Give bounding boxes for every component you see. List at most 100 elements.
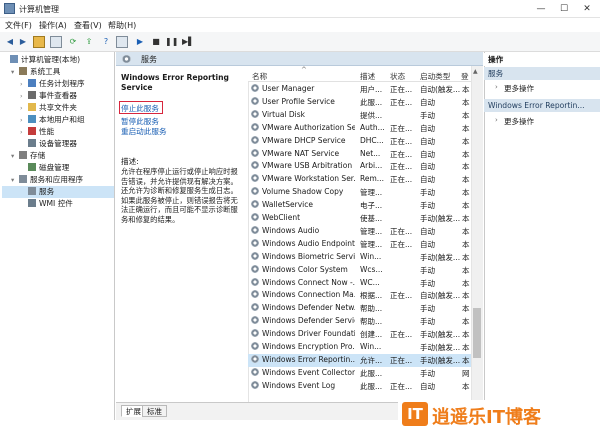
tree-node-icon: [28, 79, 36, 87]
service-row[interactable]: VMware Authorization Se... Auth... 正在... 自动…: [248, 122, 471, 135]
tree-item[interactable]: › 共享文件夹: [2, 102, 114, 114]
expand-arrow-icon[interactable]: ›: [20, 126, 28, 138]
tree-item[interactable]: › 性能: [2, 126, 114, 138]
service-logon: 本: [462, 175, 470, 185]
service-desc: Rem...: [360, 174, 384, 184]
menu-file[interactable]: 文件(F): [5, 20, 32, 31]
expand-arrow-icon[interactable]: ▾: [11, 150, 19, 162]
service-desc: DHC...: [360, 135, 384, 145]
tree-item[interactable]: WMI 控件: [2, 198, 114, 210]
properties-icon[interactable]: [116, 36, 128, 48]
service-gear-icon: [251, 342, 259, 350]
service-desc: 此服...: [360, 381, 383, 391]
expand-arrow-icon[interactable]: ▾: [11, 174, 19, 186]
actions-section-services[interactable]: 服务: [484, 67, 600, 80]
service-row[interactable]: Windows Biometric Servi... Win... 手动(触发...…: [248, 251, 471, 264]
service-row[interactable]: Windows Error Reportin... 允许... 正在... 手动(触发…: [248, 353, 471, 367]
service-row[interactable]: Windows Connection Ma... 根据... 正在... 自动(触发.…: [248, 289, 471, 302]
service-name: WalletService: [251, 200, 355, 209]
console-tree-icon[interactable]: [50, 36, 62, 48]
service-row[interactable]: Windows Driver Foundati... 创建... 正在... 手动(触…: [248, 328, 471, 341]
stop-service-link[interactable]: 停止此服务: [121, 103, 159, 114]
maximize-button[interactable]: ☐: [553, 0, 575, 18]
service-row[interactable]: Windows Defender Netw... 帮助... 手动 本: [248, 302, 471, 315]
column-description[interactable]: 描述: [360, 71, 375, 82]
service-name: VMware Authorization Se...: [251, 122, 355, 132]
service-row[interactable]: Volume Shadow Copy 管理... 手动 本: [248, 186, 471, 199]
close-button[interactable]: ✕: [576, 0, 598, 18]
expand-arrow-icon[interactable]: ›: [20, 102, 28, 114]
tree-item[interactable]: 计算机管理(本地): [2, 54, 114, 66]
service-logon: 本: [462, 136, 470, 146]
service-name-text: Windows Event Collector: [262, 367, 355, 377]
service-row[interactable]: Windows Color System Wcs... 手动 本: [248, 264, 471, 277]
back-arrow-icon[interactable]: ◀: [4, 36, 16, 48]
export-icon[interactable]: ⇪: [83, 36, 95, 48]
actions-section-selected[interactable]: Windows Error Reportin...: [484, 99, 600, 112]
service-row[interactable]: VMware NAT Service Net... 正在... 自动 本: [248, 148, 471, 161]
tree-item[interactable]: › 任务计划程序: [2, 78, 114, 90]
column-logon[interactable]: 登: [461, 71, 469, 82]
service-name: VMware USB Arbitration ...: [251, 161, 355, 170]
play-icon[interactable]: ▶: [134, 36, 146, 48]
service-name-text: VMware USB Arbitration ...: [262, 161, 355, 171]
more-actions-selected[interactable]: 更多操作: [504, 116, 534, 127]
service-row[interactable]: VMware DHCP Service DHC... 正在... 自动 本: [248, 135, 471, 148]
tree-item[interactable]: ▾ 系统工具: [2, 66, 114, 78]
service-row[interactable]: WalletService 电子... 手动 本: [248, 199, 471, 212]
pause-icon[interactable]: ❚❚: [165, 36, 178, 48]
service-row[interactable]: User Manager 用户... 正在... 自动(触发... 本: [248, 83, 471, 96]
menu-view[interactable]: 查看(V): [74, 20, 102, 31]
tree-item-label: 共享文件夹: [39, 103, 77, 112]
scroll-up-icon[interactable]: ▲: [473, 68, 478, 75]
column-status[interactable]: 状态: [390, 71, 405, 82]
tree-item[interactable]: › 本地用户和组: [2, 114, 114, 126]
service-logon: 本: [462, 85, 470, 94]
tree-item[interactable]: ▾ 存储: [2, 150, 114, 162]
refresh-icon[interactable]: ⟳: [67, 36, 79, 48]
service-row[interactable]: Windows Connect Now -... WC... 手动 本: [248, 277, 471, 290]
menu-help[interactable]: 帮助(H): [108, 20, 136, 31]
service-logon: 本: [462, 304, 470, 314]
more-actions-services[interactable]: 更多操作: [504, 83, 534, 94]
expand-arrow-icon[interactable]: ▾: [11, 66, 19, 78]
tree-item[interactable]: 服务: [2, 186, 114, 198]
menu-action[interactable]: 操作(A): [39, 20, 67, 31]
forward-arrow-icon[interactable]: ▶: [17, 36, 29, 48]
service-desc: 此服...: [360, 368, 383, 378]
service-row[interactable]: Windows Encryption Pro... Win... 手动(触发... 本: [248, 341, 471, 354]
tab-standard[interactable]: 标准: [142, 405, 167, 417]
expand-arrow-icon[interactable]: ›: [20, 78, 28, 90]
tree-item[interactable]: ▾ 服务和应用程序: [2, 174, 114, 186]
service-name: Virtual Disk: [251, 109, 355, 119]
service-row[interactable]: WebClient 使基... 手动(触发... 本: [248, 212, 471, 225]
service-row[interactable]: VMware Workstation Ser... Rem... 正在... 自动 本: [248, 173, 471, 186]
expand-arrow-icon[interactable]: ›: [20, 114, 28, 126]
scrollbar-thumb[interactable]: [473, 308, 481, 358]
tree-node-icon: [19, 151, 27, 159]
service-row[interactable]: Virtual Disk 提供... 手动 本: [248, 109, 471, 122]
service-row[interactable]: Windows Audio 管理... 正在... 自动 本: [248, 225, 471, 238]
service-logon: 本: [462, 355, 470, 365]
expand-arrow-icon[interactable]: ›: [20, 90, 28, 102]
tree-item[interactable]: 磁盘管理: [2, 162, 114, 174]
column-name[interactable]: 名称: [252, 71, 267, 82]
service-name-text: Windows Encryption Pro...: [262, 342, 355, 351]
service-row[interactable]: Windows Event Log 此服... 正在... 自动 本: [248, 380, 471, 393]
tree-item[interactable]: 设备管理器: [2, 138, 114, 150]
column-startup-type[interactable]: 启动类型: [420, 71, 450, 82]
service-row[interactable]: VMware USB Arbitration ... Arbi... 正在... 自动…: [248, 160, 471, 173]
service-desc: 允许...: [360, 355, 383, 365]
minimize-button[interactable]: —: [530, 0, 552, 18]
tree-item[interactable]: › 事件查看器: [2, 90, 114, 102]
service-row[interactable]: Windows Defender Service 帮助... 手动 本: [248, 315, 471, 328]
service-row[interactable]: User Profile Service 此服... 正在... 自动 本: [248, 96, 471, 109]
service-status: 正在...: [390, 97, 413, 107]
service-row[interactable]: Windows Audio Endpoint... 管理... 正在... 自动 本: [248, 238, 471, 251]
restart-icon[interactable]: ▶▌: [182, 36, 194, 48]
help-icon[interactable]: ?: [100, 36, 112, 48]
service-row[interactable]: Windows Event Collector 此服... 手动 网: [248, 367, 471, 380]
restart-service-link[interactable]: 重启动此服务: [121, 126, 167, 137]
stop-icon[interactable]: ■: [150, 36, 162, 48]
folder-icon[interactable]: [33, 36, 45, 48]
